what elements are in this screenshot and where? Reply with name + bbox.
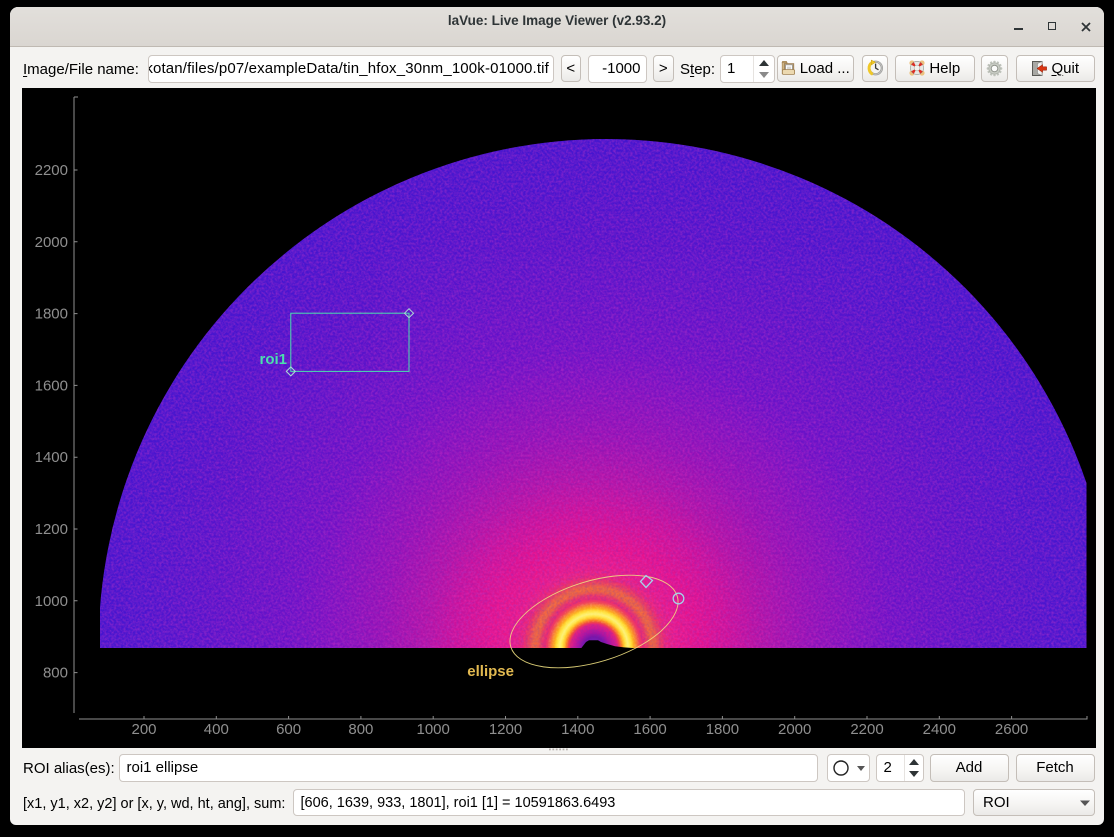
svg-text:1800: 1800 (35, 306, 68, 323)
svg-text:2200: 2200 (35, 162, 68, 179)
svg-text:2000: 2000 (778, 721, 811, 738)
svg-text:1000: 1000 (35, 593, 68, 610)
svg-text:800: 800 (43, 665, 68, 682)
svg-text:1200: 1200 (489, 721, 522, 738)
svg-text:1200: 1200 (35, 521, 68, 538)
svg-text:200: 200 (131, 721, 156, 738)
svg-text:2200: 2200 (850, 721, 883, 738)
svg-text:2600: 2600 (995, 721, 1028, 738)
svg-text:1400: 1400 (561, 721, 594, 738)
svg-text:2400: 2400 (923, 721, 956, 738)
svg-text:ellipse: ellipse (467, 663, 514, 680)
svg-text:1800: 1800 (706, 721, 739, 738)
svg-text:2000: 2000 (35, 234, 68, 251)
svg-text:1400: 1400 (35, 449, 68, 466)
svg-text:1600: 1600 (35, 377, 68, 394)
svg-text:800: 800 (348, 721, 373, 738)
svg-text:roi1: roi1 (259, 351, 287, 368)
svg-text:1000: 1000 (417, 721, 450, 738)
svg-text:400: 400 (204, 721, 229, 738)
svg-text:600: 600 (276, 721, 301, 738)
svg-text:1600: 1600 (633, 721, 666, 738)
